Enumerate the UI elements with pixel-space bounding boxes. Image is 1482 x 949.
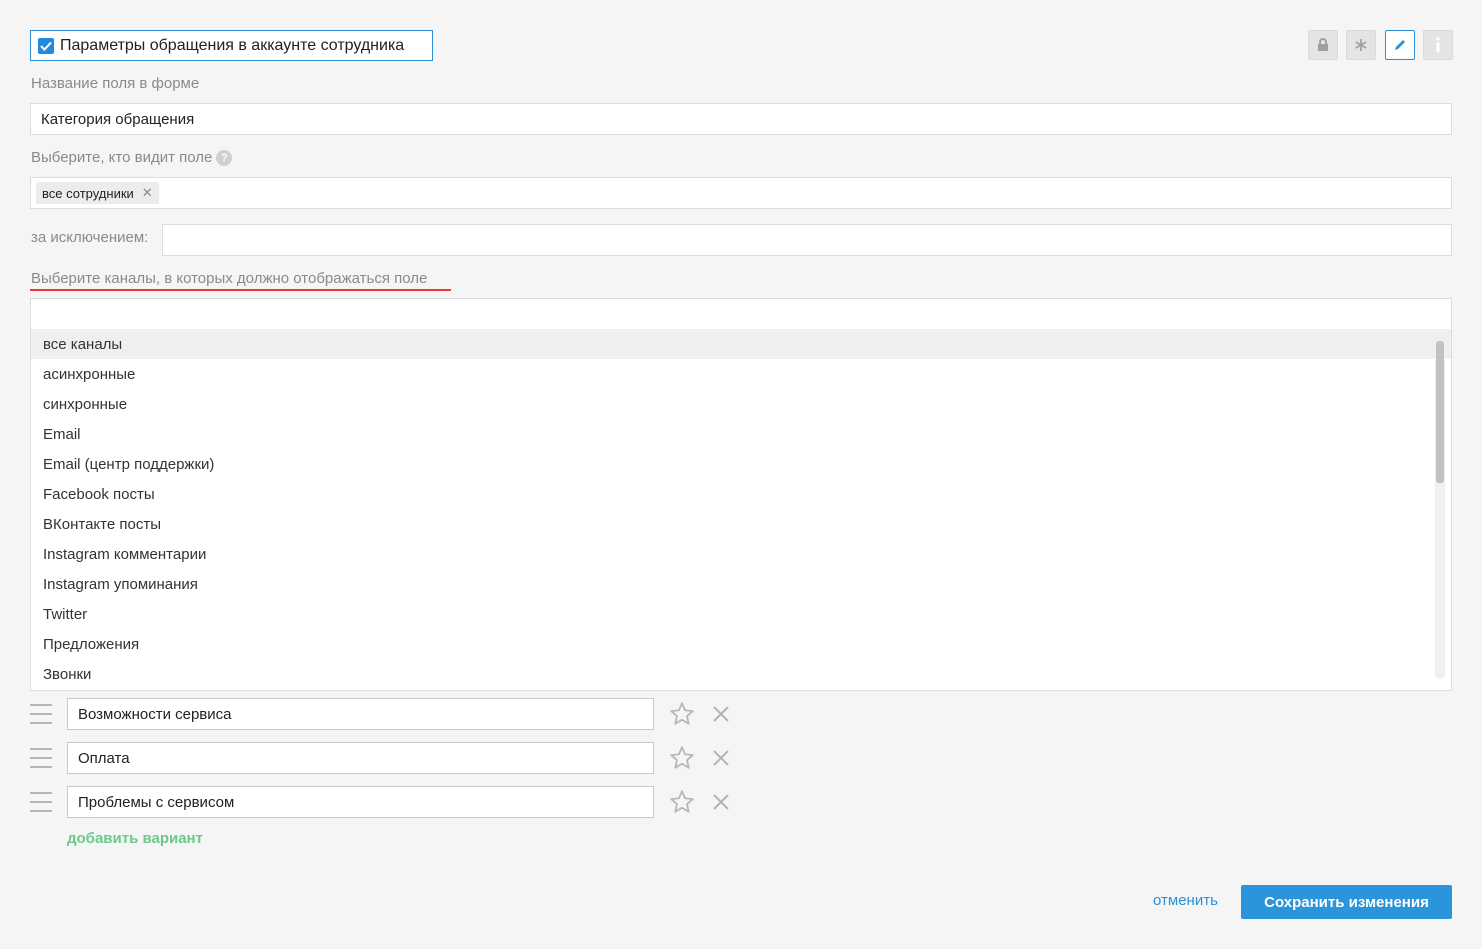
edit-button[interactable] xyxy=(1385,30,1415,60)
option-input[interactable]: Оплата xyxy=(67,742,654,774)
channel-option[interactable]: ВКонтакте посты xyxy=(31,509,1451,539)
drag-handle-icon[interactable] xyxy=(30,748,52,768)
option-row: Проблемы с сервисом xyxy=(30,786,750,818)
close-icon[interactable] xyxy=(710,747,732,769)
channel-option[interactable]: Email (центр поддержки) xyxy=(31,449,1451,479)
channels-label: Выберите каналы, в которых должно отобра… xyxy=(31,270,428,287)
remove-chip-icon[interactable]: ✕ xyxy=(142,185,153,201)
option-row: Оплата xyxy=(30,742,750,774)
star-icon[interactable] xyxy=(669,745,695,771)
option-value: Оплата xyxy=(78,749,130,767)
visibility-label: Выберите, кто видит поле xyxy=(31,149,213,166)
option-input[interactable]: Возможности сервиса xyxy=(67,698,654,730)
chip-label: все сотрудники xyxy=(42,185,134,201)
except-input[interactable] xyxy=(162,224,1452,256)
channel-option[interactable]: Email xyxy=(31,419,1451,449)
asterisk-icon xyxy=(1355,39,1367,51)
visibility-chip: все сотрудники ✕ xyxy=(36,182,159,204)
required-button[interactable] xyxy=(1346,30,1376,60)
list-scrollbar[interactable] xyxy=(1435,339,1445,679)
pencil-icon xyxy=(1395,40,1405,50)
star-icon[interactable] xyxy=(669,701,695,727)
checkbox-label: Параметры обращения в аккаунте сотрудник… xyxy=(60,36,405,54)
channel-option[interactable]: синхронные xyxy=(31,389,1451,419)
field-name-value: Категория обращения xyxy=(41,110,195,128)
channels-search-input[interactable] xyxy=(30,298,1452,330)
channel-option[interactable]: Instagram комментарии xyxy=(31,539,1451,569)
option-row: Возможности сервиса xyxy=(30,698,750,730)
visibility-label-row: Выберите, кто видит поле ? xyxy=(31,149,233,166)
channel-option[interactable]: Facebook посты xyxy=(31,479,1451,509)
lock-icon xyxy=(1318,38,1328,51)
channel-option[interactable]: асинхронные xyxy=(31,359,1451,389)
field-name-label: Название поля в форме xyxy=(31,75,200,92)
lock-button[interactable] xyxy=(1308,30,1338,60)
scrollbar-thumb[interactable] xyxy=(1436,341,1444,483)
channel-option[interactable]: все каналы xyxy=(31,329,1451,359)
add-option-link[interactable]: добавить вариант xyxy=(67,830,203,847)
except-label: за исключением: xyxy=(31,229,149,246)
channel-option[interactable]: Предложения xyxy=(31,629,1451,659)
validation-underline xyxy=(30,289,451,291)
close-icon[interactable] xyxy=(710,703,732,725)
info-icon xyxy=(1436,37,1440,53)
option-value: Проблемы с сервисом xyxy=(78,793,235,811)
field-name-input[interactable]: Категория обращения xyxy=(30,103,1452,135)
employee-params-checkbox[interactable]: Параметры обращения в аккаунте сотрудник… xyxy=(30,30,433,61)
cancel-link[interactable]: отменить xyxy=(1153,892,1218,909)
checkbox-checked-icon[interactable] xyxy=(38,37,54,54)
drag-handle-icon[interactable] xyxy=(30,792,52,812)
option-value: Возможности сервиса xyxy=(78,705,232,723)
drag-handle-icon[interactable] xyxy=(30,704,52,724)
help-icon[interactable]: ? xyxy=(216,149,233,166)
info-button[interactable] xyxy=(1423,30,1453,60)
close-icon[interactable] xyxy=(710,791,732,813)
channel-option[interactable]: Twitter xyxy=(31,599,1451,629)
star-icon[interactable] xyxy=(669,789,695,815)
channels-dropdown-list[interactable]: все каналы асинхронные синхронные Email … xyxy=(30,329,1452,691)
channel-option[interactable]: Instagram упоминания xyxy=(31,569,1451,599)
save-button[interactable]: Сохранить изменения xyxy=(1241,885,1452,919)
option-input[interactable]: Проблемы с сервисом xyxy=(67,786,654,818)
channel-option[interactable]: Звонки xyxy=(31,659,1451,689)
visibility-select[interactable]: все сотрудники ✕ xyxy=(30,177,1452,209)
